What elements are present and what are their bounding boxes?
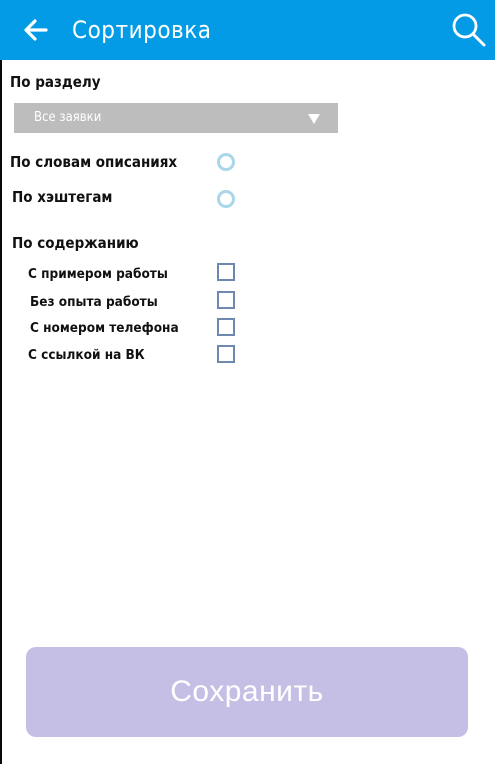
triangle-down-icon [308,114,320,124]
search-icon [452,13,486,47]
save-button[interactable]: Сохранить [26,647,468,737]
content-item-label: Без опыта работы [30,294,158,310]
content-label: По содержанию [12,234,139,252]
description-filter-label: По словам описаниях [10,153,178,171]
content-item-label: С ссылкой на ВК [28,347,145,363]
section-select-value: Все заявки [34,110,102,125]
back-button[interactable] [20,14,52,46]
section-label: По разделу [10,73,101,91]
search-button[interactable] [448,10,488,50]
with-vk-link-checkbox[interactable] [217,345,235,363]
section-select[interactable]: Все заявки [14,103,338,133]
with-portfolio-checkbox[interactable] [217,263,235,281]
description-filter-radio[interactable] [217,153,235,171]
content-item-label: С номером телефона [30,320,179,336]
content-item-label: С примером работы [28,266,168,282]
app-bar: Сортировка [0,0,495,60]
page-title: Сортировка [72,16,212,44]
arrow-left-icon [24,19,48,41]
with-phone-checkbox[interactable] [217,318,235,336]
no-experience-checkbox[interactable] [217,291,235,309]
window-edge [0,0,2,764]
hashtag-filter-label: По хэштегам [12,188,113,206]
hashtag-filter-radio[interactable] [217,190,235,208]
save-button-label: Сохранить [170,675,324,708]
